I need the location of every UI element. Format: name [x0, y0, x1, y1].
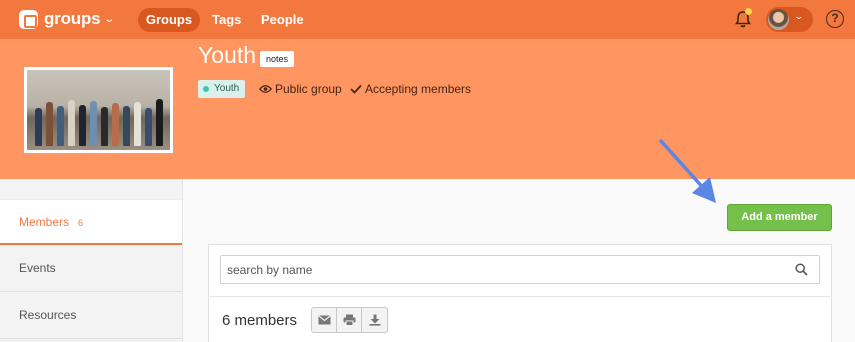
search-input[interactable]	[227, 260, 787, 280]
account-menu[interactable]: ⌄	[766, 7, 813, 32]
sidebar-item-label: Members	[19, 215, 70, 229]
panel-divider	[208, 296, 832, 297]
sidebar-item-label: Resources	[19, 308, 77, 322]
sidebar-item-label: Events	[19, 261, 56, 275]
visibility-label: Public group	[259, 81, 342, 97]
group-header	[0, 39, 855, 179]
nav-tags[interactable]: Tags	[212, 8, 241, 32]
avatar	[768, 9, 789, 30]
help-icon[interactable]: ?	[826, 10, 844, 28]
nav-people[interactable]: People	[261, 8, 304, 32]
brand-label: groups	[44, 9, 101, 28]
search-icon[interactable]	[795, 263, 808, 276]
email-icon	[317, 315, 331, 325]
group-title: Youth	[198, 42, 256, 68]
top-nav	[0, 0, 855, 39]
group-tag[interactable]: Youth	[198, 80, 246, 98]
sidebar-item-resources[interactable]: Resources	[0, 293, 182, 339]
add-member-button[interactable]: Add a member	[727, 204, 832, 231]
download-members-button[interactable]	[362, 308, 387, 332]
notification-dot	[745, 8, 752, 15]
member-count: 6 members	[222, 312, 298, 329]
check-icon	[350, 84, 362, 94]
members-count-badge: 6	[78, 218, 84, 228]
search-box	[220, 255, 820, 284]
eye-icon	[259, 85, 272, 93]
nav-groups[interactable]: Groups	[138, 8, 200, 32]
annotation-arrow	[659, 139, 716, 203]
group-photo	[24, 67, 173, 153]
notes-button[interactable]: notes	[260, 51, 295, 67]
email-members-button[interactable]	[312, 308, 337, 332]
visibility-text: Public group	[275, 82, 342, 96]
sidebar-item-events[interactable]: Events	[0, 246, 182, 292]
brand-menu[interactable]: groups ⌄	[19, 9, 116, 29]
member-actions	[311, 307, 388, 333]
print-icon	[343, 314, 355, 326]
membership-status: Accepting members	[350, 81, 471, 97]
groups-logo-icon	[19, 9, 38, 29]
download-icon	[369, 314, 380, 326]
chevron-down-icon: ⌄	[103, 13, 116, 25]
sidebar: Members 6 Events Resources	[0, 179, 183, 342]
print-members-button[interactable]	[337, 308, 362, 332]
sidebar-item-members[interactable]: Members 6	[0, 199, 182, 245]
chevron-down-icon: ⌄	[793, 11, 805, 21]
membership-status-text: Accepting members	[365, 82, 472, 96]
